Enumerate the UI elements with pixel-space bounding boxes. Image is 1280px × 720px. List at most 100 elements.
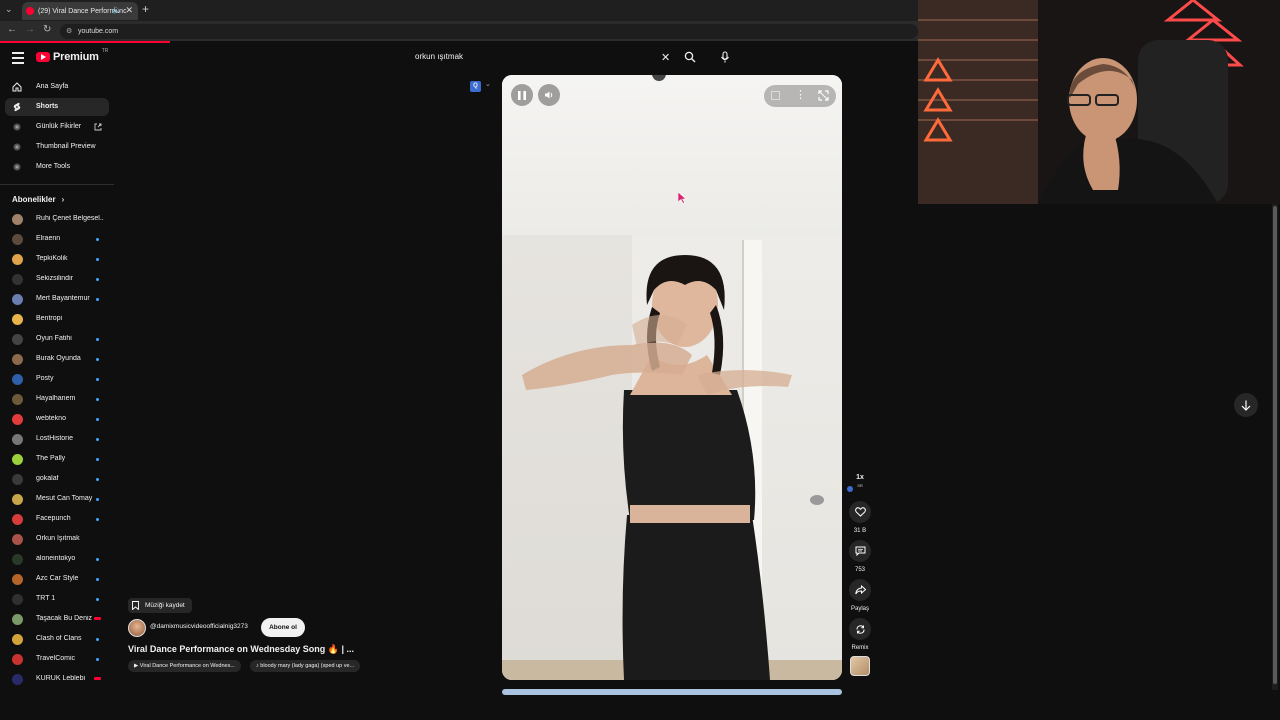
subscription-item[interactable]: Sekizsilindir	[0, 270, 114, 288]
extension-icon	[13, 143, 21, 151]
new-content-dot	[96, 458, 99, 461]
subscription-name: Hayalhanem	[36, 395, 76, 402]
tab-close-icon[interactable]: ✕	[125, 5, 133, 16]
subscription-item[interactable]: Orkun Işıtmak	[0, 530, 114, 548]
subscription-item[interactable]: Ruhi Çenet Belgesel...	[0, 210, 114, 228]
scrollbar-thumb[interactable]	[1273, 206, 1277, 684]
subscription-item[interactable]: Posty	[0, 370, 114, 388]
tab-audio-icon[interactable]: 🔈	[112, 5, 122, 14]
comment-count: 753	[854, 567, 865, 573]
subscription-item[interactable]: aloneintokyo	[0, 550, 114, 568]
new-content-dot	[96, 638, 99, 641]
short-title[interactable]: Viral Dance Performance on Wednesday Son…	[128, 644, 354, 655]
reload-icon[interactable]: ↻	[43, 24, 51, 35]
subscription-item[interactable]: Elraenn	[0, 230, 114, 248]
browser-tab[interactable]: (29) Viral Dance Performanc 🔈 ✕	[22, 2, 138, 20]
subscription-item[interactable]: Oyun Fatihi	[0, 330, 114, 348]
search-icon[interactable]	[684, 51, 696, 63]
next-short-button[interactable]	[1234, 393, 1258, 417]
new-content-dot	[96, 298, 99, 301]
like-button[interactable]	[849, 501, 871, 523]
channel-avatar	[12, 314, 23, 325]
subscription-item[interactable]: TepkiKolik	[0, 250, 114, 268]
subscription-name: Burak Oyunda	[36, 355, 81, 362]
sidebar-item-shorts[interactable]: Shorts	[5, 98, 109, 116]
channel-avatar	[12, 214, 23, 225]
subscription-name: Azc Car Style	[36, 575, 79, 582]
pause-button[interactable]	[511, 84, 533, 106]
audio-source-thumbnail[interactable]	[850, 656, 870, 676]
new-content-dot	[96, 438, 99, 441]
remix-button[interactable]	[849, 618, 871, 640]
subscription-item[interactable]: The Pally	[0, 450, 114, 468]
channel-name[interactable]: @damixmusicvideoofficialnig3273	[150, 623, 248, 630]
external-link-icon	[94, 123, 102, 131]
sidebar-item-thumbnail-preview[interactable]: Thumbnail Preview	[5, 138, 109, 156]
url-field[interactable]: ⚙ youtube.com	[60, 24, 918, 39]
comment-button[interactable]	[849, 540, 871, 562]
subscription-item[interactable]: Clash of Clans	[0, 630, 114, 648]
subscription-item[interactable]: Burak Oyunda	[0, 350, 114, 368]
extension-badge-icon[interactable]: Q	[470, 81, 481, 92]
heart-icon	[854, 507, 866, 517]
arrow-down-icon	[1241, 400, 1251, 411]
subscription-item[interactable]: Taşacak Bu Deniz	[0, 610, 114, 628]
next-short-preview-bar[interactable]	[502, 689, 842, 695]
subscribe-button[interactable]: Abone ol	[261, 618, 305, 637]
youtube-play-logo-icon	[36, 52, 50, 62]
youtube-premium-logo[interactable]: Premium TR	[36, 48, 109, 63]
live-indicator-icon	[94, 677, 101, 680]
subscription-item[interactable]: Hayalhanem	[0, 390, 114, 408]
subscription-item[interactable]: Mert Bayantemur	[0, 290, 114, 308]
chevron-down-icon[interactable]: ⌄	[485, 80, 491, 88]
captions-icon[interactable]	[771, 91, 780, 100]
fullscreen-icon[interactable]	[818, 90, 829, 101]
subscription-item[interactable]: Bentropi	[0, 310, 114, 328]
playback-speed-button[interactable]: 1x SR	[851, 474, 869, 490]
clear-search-icon[interactable]: ✕	[661, 51, 670, 64]
volume-button[interactable]	[538, 84, 560, 106]
subscriptions-heading[interactable]: Abonelikler ›	[12, 195, 64, 204]
page-scrollbar[interactable]	[1272, 204, 1278, 690]
subscription-name: Ruhi Çenet Belgesel...	[36, 215, 104, 222]
tab-search-chevron-icon[interactable]: ⌄	[5, 4, 13, 15]
menu-icon[interactable]	[12, 52, 24, 67]
save-music-button[interactable]: Müziği kaydet	[128, 598, 192, 613]
subscription-item[interactable]: LostHistorie	[0, 430, 114, 448]
channel-avatar	[12, 434, 23, 445]
microphone-icon[interactable]	[719, 51, 731, 63]
player-top-controls: ⋮	[764, 85, 836, 107]
subscription-name: gokalaf	[36, 475, 59, 482]
subscription-item[interactable]: TravelComic	[0, 650, 114, 668]
channel-avatar[interactable]	[128, 619, 146, 637]
forward-icon[interactable]: →	[25, 24, 35, 35]
share-action: Paylaş	[849, 579, 871, 612]
channel-avatar	[12, 354, 23, 365]
subscription-item[interactable]: Facepunch	[0, 510, 114, 528]
more-options-icon[interactable]: ⋮	[795, 88, 806, 101]
logo-country-code: TR	[101, 48, 109, 54]
sidebar-item-gunluk-fikirler[interactable]: Günlük Fikirler	[5, 118, 109, 136]
sidebar-item-home[interactable]: Ana Sayfa	[5, 78, 109, 96]
new-content-dot	[96, 518, 99, 521]
subscription-item[interactable]: Mesut Can Tomay	[0, 490, 114, 508]
new-tab-button[interactable]: +	[142, 2, 149, 16]
site-info-icon[interactable]: ⚙	[66, 24, 72, 39]
speed-sublabel: SR	[857, 483, 863, 488]
subscription-item[interactable]: KURUK Leblebi	[0, 670, 114, 688]
related-video-pill[interactable]: ▶ Viral Dance Performance on Wednes...	[128, 660, 241, 672]
subscription-name: LostHistorie	[36, 435, 73, 442]
subscription-name: Elraenn	[36, 235, 61, 242]
back-icon[interactable]: ←	[7, 24, 17, 35]
sound-pill[interactable]: ♪ bloody mary (lady gaga) (sped up ve...	[250, 660, 361, 672]
page-load-progress	[0, 41, 170, 43]
shorts-video-player[interactable]: ⋮	[502, 75, 842, 680]
search-input[interactable]: orkun ışıtmak	[408, 47, 678, 67]
subscription-item[interactable]: TRT 1	[0, 590, 114, 608]
subscription-item[interactable]: Azc Car Style	[0, 570, 114, 588]
sidebar-item-more-tools[interactable]: More Tools	[5, 158, 109, 176]
share-button[interactable]	[849, 579, 871, 601]
save-music-label: Müziği kaydet	[145, 602, 185, 609]
subscription-item[interactable]: webtekno	[0, 410, 114, 428]
subscription-item[interactable]: gokalaf	[0, 470, 114, 488]
